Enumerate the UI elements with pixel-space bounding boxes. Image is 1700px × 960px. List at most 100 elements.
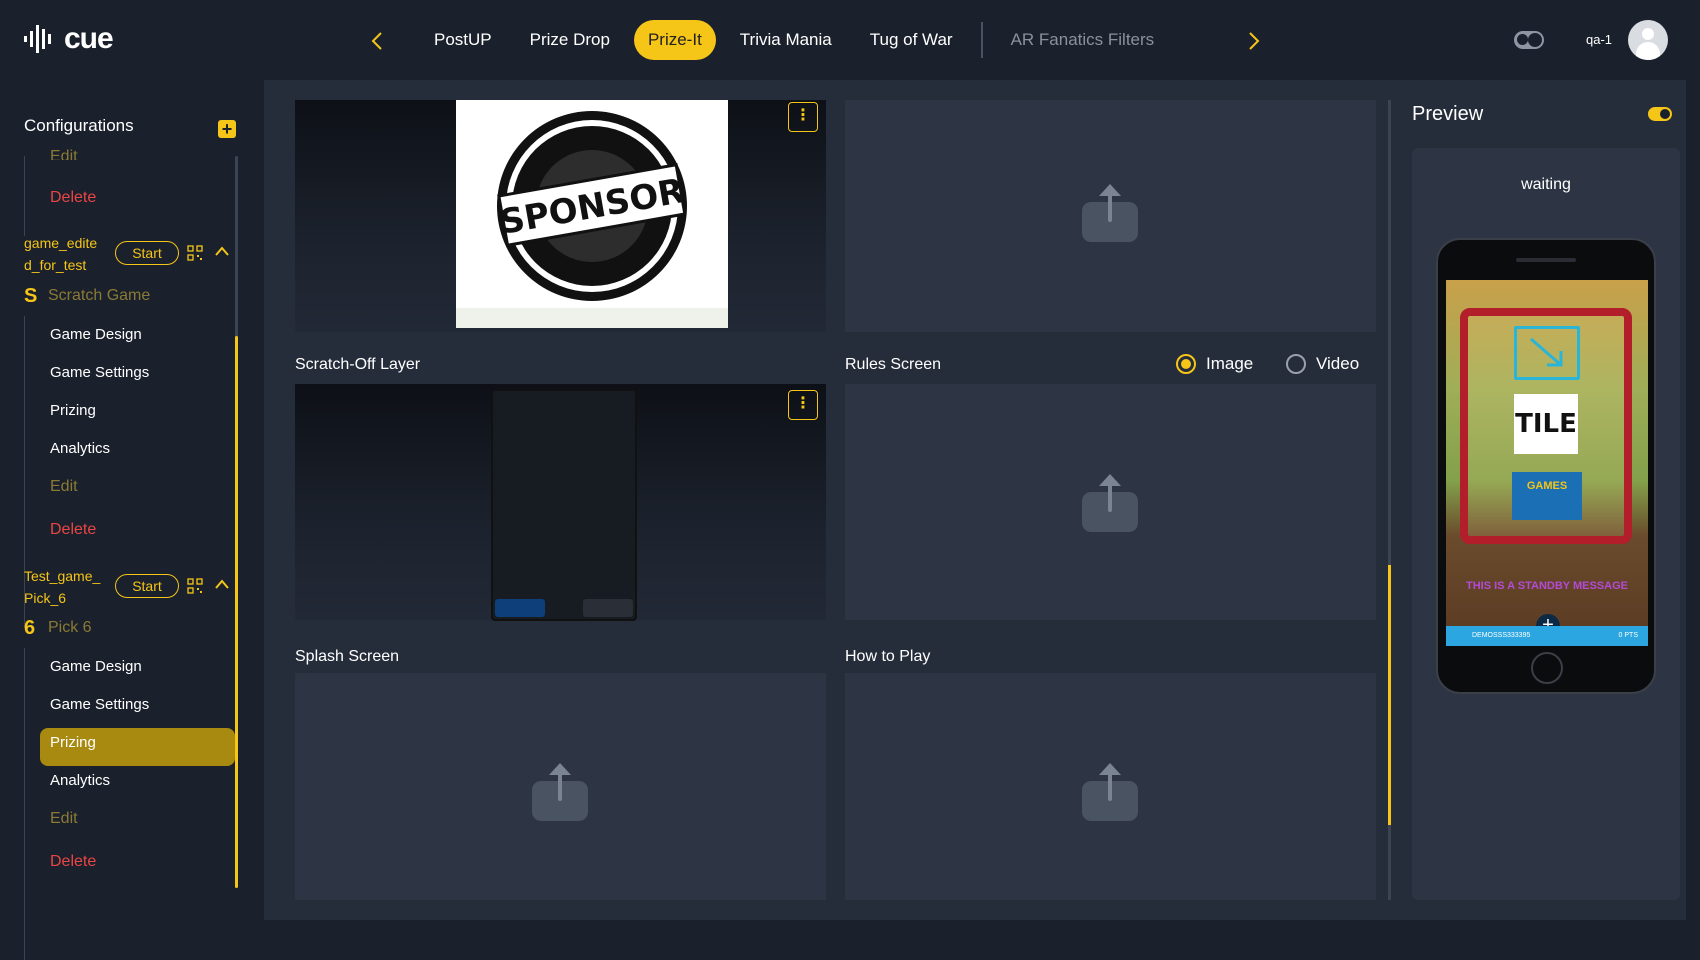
preview-user-tag: DEMOSSS333395 [1472, 632, 1531, 639]
game-type-2: 6 Pick 6 [24, 618, 92, 638]
nav-next-arrow[interactable] [1242, 26, 1266, 56]
tab-ar-fanatics-filters[interactable]: AR Fanatics Filters [997, 20, 1169, 60]
sidebar-item-game-settings[interactable]: Game Settings [50, 364, 149, 381]
moon-icon [1517, 34, 1528, 45]
standby-message: THIS IS A STANDBY MESSAGE [1466, 580, 1628, 592]
scratch-off-layer-label: Scratch-Off Layer [295, 356, 421, 373]
logo[interactable]: cue [24, 22, 114, 56]
sidebar-item-delete[interactable]: Delete [50, 853, 96, 871]
phone-home-button [1531, 652, 1563, 684]
sidebar-edit-partial[interactable]: Edit [50, 148, 78, 160]
more-options-button[interactable]: ⋮ [788, 102, 818, 132]
splash-upload-panel[interactable] [295, 673, 826, 900]
sponsor-logo-left [495, 599, 545, 617]
chevron-up-icon[interactable] [215, 246, 229, 256]
game-name-1[interactable]: game_edite d_for_test [24, 232, 114, 276]
rules-screen-label: Rules Screen [845, 356, 942, 373]
game-type-1: S Scratch Game [24, 286, 150, 306]
qr-code-icon[interactable] [187, 578, 203, 594]
tab-divider [980, 22, 983, 58]
sidebar-item-analytics[interactable]: Analytics [50, 440, 110, 457]
tab-trivia-mania[interactable]: Trivia Mania [726, 20, 846, 60]
username: qa-1 [1586, 32, 1613, 47]
tab-prize-drop[interactable]: Prize Drop [516, 20, 624, 60]
sidebar-item-prizing[interactable]: Prizing [50, 734, 96, 751]
image-radio-label: Image [1206, 354, 1254, 373]
tab-tug-of-war[interactable]: Tug of War [856, 20, 967, 60]
game-name-2-line1: Test_game_ [24, 568, 101, 584]
tree-line [24, 648, 25, 960]
chevron-up-icon[interactable] [215, 579, 229, 589]
radio-dot [1286, 354, 1306, 374]
theme-toggle[interactable] [1514, 31, 1544, 49]
game-name-2[interactable]: Test_game_ Pick_6 [24, 565, 114, 609]
avatar[interactable] [1628, 20, 1668, 60]
sidebar-item-game-design-active[interactable]: Game Design [50, 658, 142, 675]
rules-upload-panel[interactable] [845, 384, 1376, 620]
scratch-game-icon: S [24, 285, 38, 307]
upload-panel-top[interactable] [845, 100, 1376, 332]
sponsor-image: SPONSOR [456, 100, 728, 328]
scratch-off-panel[interactable]: ⋮ [295, 384, 826, 621]
sidebar-item-edit[interactable]: Edit [50, 478, 78, 496]
start-button-2[interactable]: Start [115, 574, 179, 598]
qr-code-icon[interactable] [187, 245, 203, 261]
image-radio[interactable]: Image [1176, 354, 1253, 374]
how-to-play-upload-panel[interactable] [845, 673, 1376, 900]
sidebar-item-game-settings[interactable]: Game Settings [50, 696, 149, 713]
sidebar-item-analytics[interactable]: Analytics [50, 772, 110, 789]
sidebar-item-delete[interactable]: Delete [50, 521, 96, 539]
tile-arrow-icon [1514, 326, 1580, 380]
sponsor-image-panel[interactable]: SPONSOR ⋮ [295, 100, 826, 332]
sidebar-scrollbar-thumb[interactable] [235, 336, 238, 888]
pick-six-icon: 6 [24, 617, 36, 639]
preview-toggle[interactable] [1648, 107, 1672, 121]
main-scrollbar-thumb[interactable] [1388, 565, 1391, 825]
upload-icon [1082, 763, 1138, 823]
sponsor-stamp-icon: SPONSOR [456, 111, 728, 328]
preview-panel: waiting TILE GAMES THIS IS A STANDBY MES… [1412, 148, 1680, 900]
upload-icon [1082, 184, 1138, 244]
game-tabs: PostUP Prize Drop Prize-It Trivia Mania … [420, 20, 1178, 60]
upload-icon [1082, 474, 1138, 534]
phone-mockup: TILE GAMES THIS IS A STANDBY MESSAGE + D… [1436, 238, 1656, 694]
tile-box: TILE [1514, 394, 1578, 454]
preview-title: Preview [1412, 103, 1484, 125]
top-bar: cue PostUP Prize Drop Prize-It Trivia Ma… [0, 0, 1700, 80]
logo-text: cue [64, 22, 114, 55]
upload-icon [532, 763, 588, 823]
sidebar-item-edit[interactable]: Edit [50, 810, 78, 828]
phone-speaker [1516, 258, 1576, 262]
game-type-2-label: Pick 6 [48, 619, 92, 636]
sidebar-delete-top[interactable]: Delete [50, 189, 96, 207]
how-to-play-label: How to Play [845, 648, 931, 665]
sidebar-item-prizing[interactable]: Prizing [50, 402, 96, 419]
sponsor-logo-right [583, 599, 633, 617]
sidebar-title: Configurations [24, 116, 134, 135]
game-type-1-label: Scratch Game [48, 287, 151, 304]
game-name-1-line2: d_for_test [24, 257, 87, 273]
tab-prize-it[interactable]: Prize-It [633, 20, 716, 60]
tab-postup[interactable]: PostUP [420, 20, 506, 60]
sound-wave-icon [24, 25, 51, 53]
splash-screen-label: Splash Screen [295, 648, 400, 665]
sidebar-item-game-design[interactable]: Game Design [50, 326, 142, 343]
radio-dot [1176, 354, 1196, 374]
chevron-left-icon [371, 32, 382, 50]
game-name-1-line1: game_edite [24, 235, 98, 251]
preview-status: waiting [1521, 176, 1571, 193]
add-configuration-button[interactable]: + [218, 120, 236, 138]
video-radio[interactable]: Video [1286, 354, 1359, 374]
games-box: GAMES [1512, 472, 1582, 520]
more-options-button[interactable]: ⋮ [788, 390, 818, 420]
chevron-right-icon [1249, 32, 1260, 50]
user-body [1636, 42, 1660, 60]
start-button-1[interactable]: Start [115, 241, 179, 265]
phone-screen: TILE GAMES THIS IS A STANDBY MESSAGE + D… [1446, 280, 1648, 646]
sidebar: Configurations + Edit Delete game_edite … [0, 80, 244, 960]
scratch-off-image [491, 389, 637, 621]
nav-prev-arrow[interactable] [365, 26, 389, 56]
phone-bottom-bar: DEMOSSS333395 0 PTS [1446, 626, 1648, 646]
user-head [1642, 28, 1654, 40]
video-radio-label: Video [1316, 354, 1360, 373]
